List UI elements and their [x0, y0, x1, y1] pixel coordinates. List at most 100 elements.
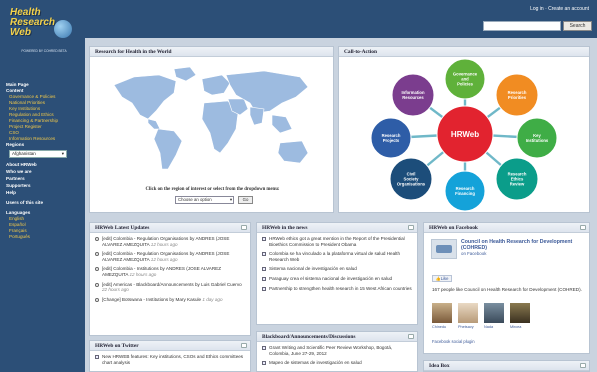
fan-avatar[interactable]: Phetsavy: [458, 303, 481, 329]
list-item[interactable]: [edit] Colombia - Regulation Organisatio…: [95, 251, 245, 262]
world-map[interactable]: [104, 63, 320, 181]
news-icon: [262, 237, 266, 241]
collapse-toggle-icon[interactable]: [580, 225, 586, 230]
list-item[interactable]: Partnership to strengthen health researc…: [262, 286, 412, 292]
fan-name: Chinedu: [432, 325, 447, 329]
clock-icon: [95, 267, 99, 272]
update-text: [edit] Colombia - Institutions by ANDRES…: [102, 266, 222, 277]
facebook-panel: HRWeb on Facebook Council on Health Rese…: [423, 222, 590, 354]
nav-partners[interactable]: Partners: [6, 175, 82, 182]
twitter-list: New HRWEB features: Key institutions, CS…: [90, 351, 250, 365]
chevron-down-icon: ▾: [229, 197, 232, 202]
news-icon: [262, 267, 266, 272]
cta-node-governance[interactable]: GovernanceandPolicies: [444, 58, 486, 100]
globe-icon: [54, 20, 72, 38]
cta-node-key-institutions[interactable]: KeyInstitutions: [516, 117, 558, 159]
news-text: HRWeb ethics got a great mention in the …: [269, 236, 405, 247]
search-button[interactable]: Search: [563, 21, 592, 31]
news-text: Partnership to strengthen health researc…: [269, 285, 412, 291]
facebook-page-name[interactable]: Council on Health Research for Developme…: [461, 239, 589, 251]
logo-tagline: POWERED BY COHRED BETA: [21, 49, 67, 53]
collapse-toggle-icon[interactable]: [580, 363, 586, 368]
health-research-web-logo[interactable]: Health Research Web POWERED BY COHRED BE…: [10, 8, 72, 54]
panel-title: Blackboard/Announcements/Discussions: [262, 334, 356, 340]
map-region-south-asia: [249, 106, 265, 126]
list-item[interactable]: [edit] Americas - Blackboard/Announcemen…: [95, 282, 245, 293]
cohred-logo-icon[interactable]: [431, 239, 457, 259]
tweet-text: New HRWEB features: Key institutions, CS…: [102, 354, 244, 365]
chevron-down-icon: ▾: [61, 151, 64, 156]
list-item[interactable]: Colombia se ha vinculado a la plataforma…: [262, 251, 412, 262]
latest-updates-panel: HRWeb Latest Updates [edit] Colombia - R…: [89, 222, 251, 336]
region-select-value: Afghanistan: [12, 151, 36, 156]
map-region-north-america: [113, 74, 177, 120]
collapse-toggle-icon[interactable]: [408, 334, 414, 339]
list-item[interactable]: Grant Writing and Scientific Peer Review…: [262, 345, 412, 356]
news-icon: [262, 252, 266, 257]
login-link[interactable]: Log in: [530, 6, 544, 12]
cta-node-civil-society[interactable]: CivilSocietyOrganisations: [389, 157, 433, 201]
region-select[interactable]: Afghanistan ▾: [9, 150, 67, 158]
cta-node-priorities[interactable]: ResearchPriorities: [495, 73, 539, 117]
news-text: Sistema nacional de investigación en sal…: [269, 266, 357, 272]
news-list: HRWeb ethics got a great mention in the …: [257, 233, 417, 291]
lang-portugues[interactable]: Português: [6, 234, 82, 240]
nav-users-of-site[interactable]: Users of this site: [6, 199, 82, 206]
panel-title: HRWeb on Facebook: [429, 225, 478, 231]
blackboard-list: Grant Writing and Scientific Peer Review…: [257, 342, 417, 366]
region-dropdown-value: Choose an option: [178, 197, 212, 202]
list-item[interactable]: [edit] Colombia - Regulation Organisatio…: [95, 236, 245, 247]
fan-name: Mircea: [510, 325, 522, 329]
list-item[interactable]: Mapeo de sistemas de investigación en sa…: [262, 360, 412, 366]
fan-avatar[interactable]: Mircea: [510, 303, 533, 329]
cta-node-information[interactable]: InformationResources: [391, 73, 435, 117]
nav-about-hrweb[interactable]: About HRWeb: [6, 161, 82, 168]
map-caption: Click on the region of interest or selec…: [145, 187, 280, 192]
panel-header: HRWeb on Twitter: [90, 341, 250, 351]
go-button[interactable]: Go: [238, 196, 253, 204]
cta-node-information-label: Resources: [402, 95, 424, 100]
avatar: [458, 303, 478, 323]
collapse-toggle-icon[interactable]: [241, 343, 247, 348]
facebook-page-sub[interactable]: on Facebook: [461, 251, 486, 256]
news-icon: [262, 286, 266, 291]
create-account-link[interactable]: Create an account: [548, 6, 589, 12]
nav-who-we-are[interactable]: Who we are: [6, 168, 82, 175]
cta-node-financing-label: Financing: [455, 191, 475, 196]
facebook-page-box: Council on Health Research for Developme…: [429, 239, 584, 261]
cta-node-hrweb[interactable]: HRWeb: [436, 105, 494, 163]
nav-regions: Regions: [6, 142, 25, 147]
account-links: Log in · Create an account: [530, 6, 589, 12]
cta-node-hrweb-label: HRWeb: [451, 130, 479, 139]
cta-node-ethics-label: Review: [510, 182, 525, 187]
list-item[interactable]: New HRWEB features: Key institutions, CS…: [95, 354, 245, 365]
list-item[interactable]: [edit] Colombia - Institutions by ANDRES…: [95, 266, 245, 277]
collapse-toggle-icon[interactable]: [241, 225, 247, 230]
panel-header: HRWeb on Facebook: [424, 223, 589, 233]
search-input[interactable]: [483, 21, 561, 31]
cta-node-ethics[interactable]: ResearchEthicsReview: [495, 157, 539, 201]
region-dropdown[interactable]: Choose an option ▾: [175, 196, 234, 204]
news-text: Colombia se ha vinculado a la plataforma…: [269, 251, 400, 262]
collapse-toggle-icon[interactable]: [408, 225, 414, 230]
update-time: 12 hours ago: [129, 271, 157, 277]
list-item[interactable]: Paraguay crea el sistema nacional de inv…: [262, 276, 412, 282]
list-item[interactable]: Sistema nacional de investigación en sal…: [262, 266, 412, 272]
list-item[interactable]: [Change] Botswana - Institutions by Mary…: [95, 297, 245, 303]
nav-supporters[interactable]: Supporters: [6, 182, 82, 189]
cta-node-projects[interactable]: ResearchProjects: [370, 117, 412, 159]
map-region-europe: [201, 74, 231, 96]
panel-title: HRWeb in the news: [262, 225, 308, 231]
facebook-like-count: 167 people like Council on Health Resear…: [432, 287, 582, 292]
fan-avatar[interactable]: Chinedu: [432, 303, 455, 329]
map-region-southeast-asia: [271, 114, 293, 134]
panel-title: Research for Health in the World: [95, 49, 172, 55]
fan-name: Nada: [484, 325, 494, 329]
list-item[interactable]: HRWeb ethics got a great mention in the …: [262, 236, 412, 247]
fan-avatar[interactable]: Nada: [484, 303, 507, 329]
cta-node-financing[interactable]: ResearchFinancing: [444, 170, 486, 212]
nav-help[interactable]: Help: [6, 189, 82, 196]
facebook-plugin-label[interactable]: Facebook social plugin: [432, 339, 475, 344]
facebook-like-button[interactable]: 👍Like: [432, 275, 452, 282]
announcement-icon: [262, 346, 266, 350]
